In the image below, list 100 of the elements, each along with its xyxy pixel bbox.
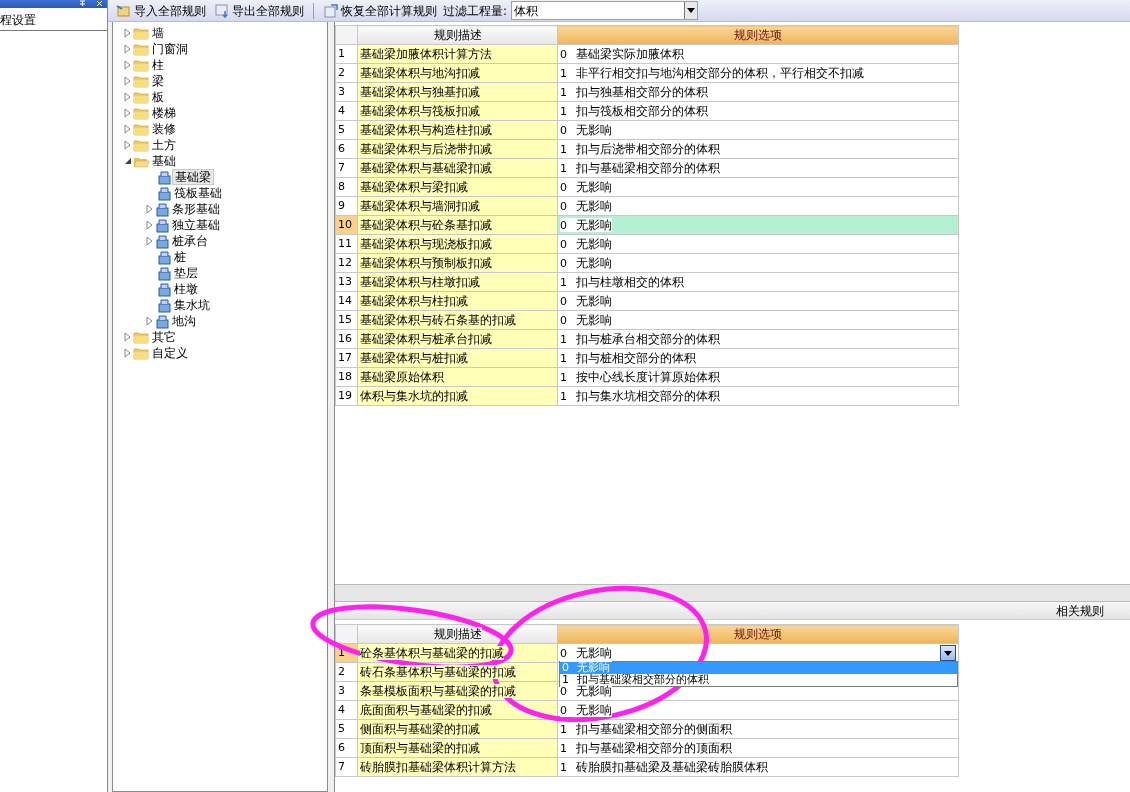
tree-item[interactable]: 自定义	[150, 345, 190, 361]
component-icon	[155, 313, 170, 329]
tree-item[interactable]: 桩承台	[170, 233, 210, 249]
rule-description: 侧面积与基础梁的扣减	[360, 722, 480, 736]
rule-description: 基础梁加腋体积计算方法	[360, 47, 492, 61]
folder-icon	[133, 89, 150, 105]
tree-item[interactable]: 楼梯	[150, 105, 178, 121]
option-text: 0 基础梁实际加腋体积	[560, 46, 684, 61]
option-text: 1 非平行相交扣与地沟相交部分的体积，平行相交不扣减	[560, 65, 864, 80]
tree-item[interactable]: 独立基础	[170, 217, 222, 233]
expand-arrow-icon[interactable]	[123, 332, 133, 342]
expand-arrow-icon[interactable]	[123, 140, 133, 150]
folder-icon	[133, 121, 150, 137]
tree-item[interactable]: 门窗洞	[150, 41, 190, 57]
option-text: 0 无影响	[560, 683, 612, 698]
expand-arrow-icon[interactable]	[123, 348, 133, 358]
column-header: 规则选项	[557, 624, 959, 644]
expand-arrow-icon[interactable]	[123, 76, 133, 86]
tree-item[interactable]: 基础	[150, 153, 178, 169]
expand-arrow-icon[interactable]	[123, 92, 133, 102]
rule-description: 基础梁体积与梁扣减	[360, 180, 468, 194]
toolbar-button[interactable]: 导出全部规则	[212, 1, 306, 20]
option-text: 1 扣与桩承台相交部分的体积	[560, 331, 720, 346]
option-text: 1 扣与桩相交部分的体积	[560, 350, 696, 365]
filter-dropdown[interactable]: 体积	[511, 1, 699, 20]
rule-description: 基础梁体积与构造柱扣减	[360, 123, 492, 137]
tree-item[interactable]: 集水坑	[172, 297, 212, 313]
option-text: 0 无影响	[560, 179, 612, 194]
panel-item[interactable]: 程设置	[0, 8, 107, 31]
tree-item[interactable]: 筏板基础	[172, 185, 224, 201]
folder-icon	[133, 345, 150, 361]
component-icon	[157, 185, 172, 201]
expand-arrow-icon[interactable]	[145, 316, 155, 326]
option-text: 0 无影响	[560, 293, 612, 308]
option-text: 1 扣与柱墩相交的体积	[560, 274, 684, 289]
expand-arrow-icon[interactable]	[123, 28, 133, 38]
folder-icon	[133, 41, 150, 57]
tree-item[interactable]: 梁	[150, 73, 166, 89]
close-icon[interactable]	[96, 0, 103, 7]
rule-description: 基础梁原始体积	[360, 370, 444, 384]
toolbar-button[interactable]: 恢复全部计算规则	[321, 1, 439, 20]
tree-item[interactable]: 条形基础	[170, 201, 222, 217]
dropdown-option[interactable]: 1 扣与基础梁相交部分的体积	[560, 674, 957, 686]
tree-item[interactable]: 土方	[150, 137, 178, 153]
caret-icon	[944, 650, 952, 656]
expand-arrow-icon[interactable]	[123, 44, 133, 54]
folder-icon	[133, 73, 150, 89]
rule-description: 基础梁体积与柱墩扣减	[360, 275, 480, 289]
tree-item[interactable]: 基础梁	[172, 169, 214, 185]
option-text: 0 无影响	[560, 198, 612, 213]
rule-description: 砼条基体积与基础梁的扣减	[360, 646, 504, 660]
option-text: 1 扣与独基相交部分的体积	[560, 84, 708, 99]
component-icon	[157, 281, 172, 297]
option-text: 1 扣与基础梁相交部分的侧面积	[560, 721, 732, 736]
option-text: 0 无影响	[560, 236, 612, 251]
expand-arrow-icon[interactable]	[123, 60, 133, 70]
tree-item[interactable]: 桩	[172, 249, 188, 265]
option-text: 0 无影响	[560, 122, 612, 137]
collapse-arrow-icon[interactable]	[123, 156, 133, 166]
expand-arrow-icon[interactable]	[123, 124, 133, 134]
option-text: 1 按中心线长度计算原始体积	[560, 369, 720, 384]
section-title: 相关规则	[335, 602, 1130, 620]
splitter-bar[interactable]	[335, 584, 1130, 602]
document-icon	[323, 3, 338, 18]
caret-icon	[687, 8, 696, 13]
tree-item[interactable]: 墙	[150, 25, 166, 41]
expand-arrow-icon[interactable]	[145, 220, 155, 230]
option-text: 0 无影响	[560, 702, 612, 717]
folder-icon	[116, 3, 131, 18]
folder-icon	[133, 105, 150, 121]
component-icon	[155, 233, 170, 249]
option-text: 0 无影响	[560, 312, 612, 327]
option-text: 0 无影响	[560, 255, 612, 270]
rule-description: 基础梁体积与桩扣减	[360, 351, 468, 365]
tree-item[interactable]: 板	[150, 89, 166, 105]
rule-description: 基础梁体积与预制板扣减	[360, 256, 492, 270]
option-text: 1 砖胎膜扣基础梁及基础梁砖胎膜体积	[560, 759, 768, 774]
tree-item[interactable]: 垫层	[172, 265, 200, 281]
tree-item[interactable]: 装修	[150, 121, 178, 137]
expand-arrow-icon[interactable]	[145, 236, 155, 246]
tree-item[interactable]: 地沟	[170, 313, 198, 329]
tree-item[interactable]: 柱墩	[172, 281, 200, 297]
tree-item[interactable]: 其它	[150, 329, 178, 345]
expand-arrow-icon[interactable]	[123, 108, 133, 118]
pin-icon[interactable]	[79, 0, 86, 7]
rule-description: 基础梁体积与独基扣减	[360, 85, 480, 99]
folder-icon	[133, 57, 150, 73]
dropdown-button[interactable]	[940, 645, 956, 661]
rule-description: 底面面积与基础梁的扣减	[360, 703, 492, 717]
option-text: 1 扣与后浇带相交部分的体积	[560, 141, 720, 156]
rule-description: 基础梁体积与筏板扣减	[360, 104, 480, 118]
tree-item[interactable]: 柱	[150, 57, 166, 73]
rule-description: 顶面积与基础梁的扣减	[360, 741, 480, 755]
option-text: 1 扣与基础梁相交部分的顶面积	[560, 740, 732, 755]
folder-icon	[133, 25, 150, 41]
rule-description: 基础梁体积与砖石条基的扣减	[360, 313, 516, 327]
expand-arrow-icon[interactable]	[145, 204, 155, 214]
component-icon	[157, 297, 172, 313]
toolbar-button[interactable]: 导入全部规则	[114, 1, 208, 20]
rule-description: 基础梁体积与基础梁扣减	[360, 161, 492, 175]
